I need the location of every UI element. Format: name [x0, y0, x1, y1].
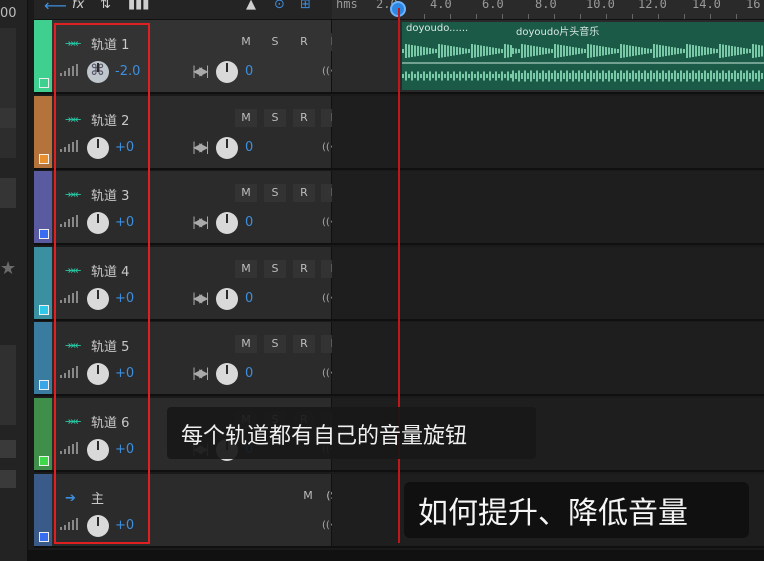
track-color-bar: [34, 20, 52, 92]
track-color-bar: [34, 171, 52, 244]
ruler-tick: [632, 14, 633, 19]
ruler-tick: [476, 14, 477, 19]
ruler-tick: [684, 14, 685, 19]
subtitle-caption: 每个轨道都有自己的音量旋钮: [167, 407, 536, 459]
back-arrow-icon[interactable]: ⟵: [44, 0, 67, 15]
track-button-2[interactable]: R: [293, 108, 315, 127]
ruler-tick: [554, 14, 555, 19]
pan-knob[interactable]: [216, 363, 238, 386]
track-button-1[interactable]: S: [264, 184, 286, 203]
track-button-0[interactable]: M: [235, 33, 257, 51]
audio-clip[interactable]: doyoudo片头音乐: [512, 22, 764, 90]
pan-knob[interactable]: [216, 136, 238, 159]
audio-clip[interactable]: doyoudo......: [402, 22, 512, 90]
ruler-tick: [528, 14, 529, 19]
pan-value[interactable]: 0: [245, 366, 253, 381]
track-color-swatch[interactable]: [39, 304, 49, 315]
track-color-swatch[interactable]: [39, 153, 49, 164]
ruler-tick: [606, 14, 607, 19]
panel-row[interactable]: [0, 178, 16, 208]
ruler-tick: [736, 14, 737, 19]
pan-icon: |◀▶|: [192, 366, 209, 381]
pan-icon: |◀▶|: [192, 139, 209, 154]
track-button-0[interactable]: M: [235, 108, 257, 127]
pan-icon: |◀▶|: [192, 290, 209, 305]
highlight-box: [54, 23, 150, 544]
track-button-0[interactable]: M: [235, 259, 257, 278]
panel-row[interactable]: [0, 470, 16, 488]
ruler-label: 8.0: [535, 0, 557, 11]
track-button-2[interactable]: R: [293, 259, 315, 278]
pan-value[interactable]: 0: [245, 140, 253, 155]
waveform: [402, 44, 512, 81]
bottom-bar: [28, 550, 764, 561]
track-lane[interactable]: [332, 246, 764, 319]
track-color-swatch[interactable]: [39, 78, 49, 88]
ruler-label: 6.0: [482, 0, 504, 11]
track-color-swatch[interactable]: [39, 380, 49, 391]
track-lane[interactable]: doyoudo...... doyoudo片头音乐: [332, 20, 764, 92]
pan-icon: |◀▶|: [192, 64, 209, 78]
track-button-1[interactable]: S: [264, 33, 286, 51]
pan-knob[interactable]: [216, 212, 238, 235]
track-lane[interactable]: [332, 95, 764, 168]
pan-knob[interactable]: [216, 61, 238, 83]
panel-block: [0, 28, 16, 158]
favorite-star-icon[interactable]: ★: [0, 258, 16, 279]
ruler-tick: [502, 14, 503, 19]
track-color-bar: [34, 398, 52, 470]
ruler-label: 16: [746, 0, 761, 11]
ruler-unit: hms: [336, 0, 358, 11]
ruler-tick: [450, 14, 451, 19]
pan-value[interactable]: 0: [245, 215, 253, 230]
track-button-1[interactable]: S: [264, 335, 286, 354]
track-button-2[interactable]: R: [293, 335, 315, 354]
record-icon[interactable]: ⊙: [274, 0, 285, 12]
ruler-tick: [580, 14, 581, 19]
ruler-label: 4.0: [430, 0, 452, 11]
track-button-0[interactable]: M: [297, 487, 319, 505]
ruler-tick: [710, 14, 711, 19]
track-color-bar: [34, 95, 52, 168]
ruler-label: 14.0: [692, 0, 721, 11]
pan-icon: |◀▶|: [192, 215, 209, 230]
panel-row[interactable]: [0, 108, 16, 128]
track-color-bar: [34, 322, 52, 395]
ruler-tick: [658, 14, 659, 19]
panel-number: 00: [0, 6, 17, 21]
playhead-line[interactable]: [398, 8, 400, 543]
fx-icon[interactable]: fx: [72, 0, 84, 12]
ruler-tick: [424, 14, 425, 19]
ruler-label: 12.0: [638, 0, 667, 11]
track-button-0[interactable]: M: [235, 335, 257, 354]
track-color-swatch[interactable]: [39, 229, 49, 240]
track-color-swatch[interactable]: [39, 531, 49, 542]
track-color-bar: [34, 246, 52, 319]
track-lane[interactable]: [332, 322, 764, 395]
track-button-2[interactable]: R: [293, 33, 315, 51]
pan-value[interactable]: 0: [245, 291, 253, 306]
track-lane[interactable]: [332, 171, 764, 244]
track-color-bar: [34, 473, 52, 546]
track-button-1[interactable]: S: [264, 259, 286, 278]
left-panel-strip: 00 ★: [0, 0, 28, 561]
loop-icon[interactable]: ⊞: [300, 0, 311, 12]
ruler-label: 10.0: [586, 0, 615, 11]
waveform: [512, 44, 764, 82]
track-color-swatch[interactable]: [39, 456, 49, 466]
track-button-1[interactable]: S: [264, 108, 286, 127]
clip-name: doyoudo......: [406, 23, 469, 34]
panel-block: [0, 345, 16, 425]
metronome-icon[interactable]: ▲: [246, 0, 256, 12]
track-toolbar: ⟵ fx ⇅ ▮▮▮ ▲ ⊙ ⊞: [34, 0, 332, 20]
track-button-0[interactable]: M: [235, 184, 257, 203]
pan-value[interactable]: 0: [245, 64, 253, 79]
panel-row[interactable]: [0, 440, 16, 458]
pan-knob[interactable]: [216, 287, 238, 310]
sort-icon[interactable]: ⇅: [100, 0, 111, 12]
track-button-2[interactable]: R: [293, 184, 315, 203]
title-caption: 如何提升、降低音量: [404, 482, 749, 538]
meter-icon[interactable]: ▮▮▮: [128, 0, 149, 12]
